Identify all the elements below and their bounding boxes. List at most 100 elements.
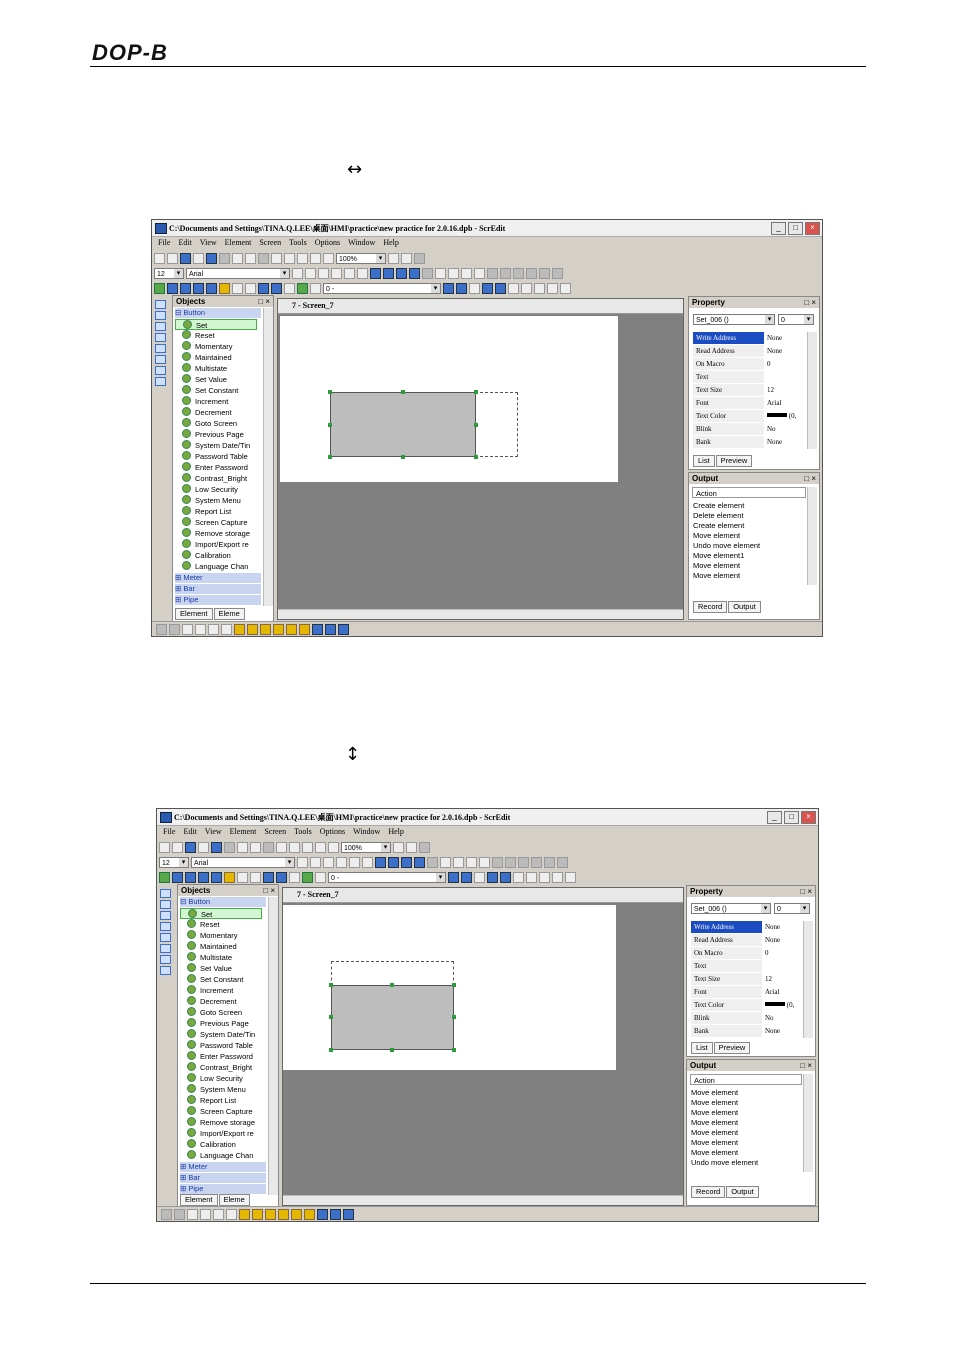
tab-list[interactable]: List <box>693 455 715 467</box>
arrange-icon[interactable] <box>526 267 537 279</box>
object-item[interactable]: Increment <box>180 985 233 996</box>
arrange-icon[interactable] <box>518 856 529 868</box>
keypad-element-icon[interactable] <box>310 282 321 294</box>
font-size-select[interactable]: 12 <box>154 267 184 279</box>
curve-element-icon[interactable] <box>271 282 282 294</box>
menu-help[interactable]: Help <box>383 237 399 249</box>
print-icon[interactable] <box>310 252 321 264</box>
image-element-icon[interactable] <box>232 282 243 294</box>
text-tool-icon[interactable] <box>155 355 166 364</box>
object-item[interactable]: Reset <box>180 919 220 930</box>
text-color-icon[interactable] <box>370 267 381 279</box>
button-element-icon[interactable] <box>154 282 165 294</box>
object-item[interactable]: Decrement <box>180 996 237 1007</box>
property-index-spinner[interactable]: 0 <box>778 314 814 325</box>
menu-element[interactable]: Element <box>230 826 257 838</box>
curve-element-icon[interactable] <box>276 871 287 883</box>
align-right-icon[interactable] <box>318 267 329 279</box>
status-icon[interactable] <box>343 1208 354 1220</box>
category-bar[interactable]: ⊞ Bar <box>175 584 261 594</box>
status-icon[interactable] <box>247 623 258 635</box>
tab-element-2[interactable]: Eleme <box>218 1194 250 1206</box>
object-item[interactable]: Set <box>175 319 257 330</box>
back-icon[interactable] <box>479 856 490 868</box>
arrange-icon[interactable] <box>500 267 511 279</box>
upload-icon[interactable] <box>289 841 300 853</box>
status-icon[interactable] <box>299 623 310 635</box>
property-index-spinner[interactable]: 0 <box>774 903 810 914</box>
objects-scrollbar[interactable] <box>263 308 273 606</box>
align-top-icon[interactable] <box>336 856 347 868</box>
status-icon[interactable] <box>195 623 206 635</box>
menu-element[interactable]: Element <box>225 237 252 249</box>
resize-handle[interactable] <box>328 390 332 394</box>
screen-icon[interactable] <box>513 871 524 883</box>
input-element-icon[interactable] <box>263 871 274 883</box>
property-row[interactable]: Write Address None <box>693 332 807 344</box>
object-item[interactable]: Previous Page <box>180 1018 249 1029</box>
pen-icon[interactable] <box>427 856 438 868</box>
font-name-select[interactable]: Arial <box>191 856 295 868</box>
lamp-element-icon[interactable] <box>219 282 230 294</box>
menu-options[interactable]: Options <box>315 237 340 249</box>
download-icon[interactable] <box>297 252 308 264</box>
lamp-element-icon[interactable] <box>224 871 235 883</box>
zoom-out-icon[interactable] <box>401 252 412 264</box>
tab-record[interactable]: Record <box>693 601 728 613</box>
group-icon[interactable] <box>440 856 451 868</box>
status-icon[interactable] <box>169 623 180 635</box>
align-center-icon[interactable] <box>305 267 316 279</box>
copy-icon[interactable] <box>245 252 256 264</box>
align-left-icon[interactable] <box>292 267 303 279</box>
align-right-icon[interactable] <box>323 856 334 868</box>
output-scrollbar[interactable] <box>803 1074 813 1172</box>
menu-file[interactable]: File <box>158 237 170 249</box>
cut-icon[interactable] <box>232 252 243 264</box>
object-item[interactable]: Set Value <box>180 963 232 974</box>
resize-handle[interactable] <box>328 423 332 427</box>
text-element-icon[interactable] <box>250 871 261 883</box>
object-item[interactable]: Report List <box>175 506 231 517</box>
object-item[interactable]: System Date/Tin <box>175 440 250 451</box>
arrange-icon[interactable] <box>505 856 516 868</box>
resize-handle[interactable] <box>452 1048 456 1052</box>
object-item[interactable]: Momentary <box>180 930 238 941</box>
underline-icon[interactable] <box>414 856 425 868</box>
font-name-select[interactable]: Arial <box>186 267 290 279</box>
next-screen-icon[interactable] <box>500 871 511 883</box>
chart-element-icon[interactable] <box>284 282 295 294</box>
object-item[interactable]: Import/Export re <box>175 539 249 550</box>
status-icon[interactable] <box>260 623 271 635</box>
screen-icon[interactable] <box>456 282 467 294</box>
alarm-element-icon[interactable] <box>297 282 308 294</box>
pen-icon[interactable] <box>422 267 433 279</box>
menu-screen[interactable]: Screen <box>259 237 281 249</box>
category-pipe[interactable]: ⊞ Pipe <box>175 595 261 605</box>
menu-tools[interactable]: Tools <box>289 237 307 249</box>
tab-element[interactable]: Element <box>180 1194 218 1206</box>
front-icon[interactable] <box>466 856 477 868</box>
property-element-select[interactable]: Set_006 () <box>693 314 775 325</box>
button-element-icon[interactable] <box>159 871 170 883</box>
resize-handle[interactable] <box>390 983 394 987</box>
scale-icon[interactable] <box>155 366 166 375</box>
rectangle-icon[interactable] <box>160 900 171 909</box>
stop-icon[interactable] <box>219 252 230 264</box>
object-item[interactable]: Screen Capture <box>175 517 248 528</box>
text-element-icon[interactable] <box>245 282 256 294</box>
menu-view[interactable]: View <box>205 826 222 838</box>
status-icon[interactable] <box>273 623 284 635</box>
object-item[interactable]: Enter Password <box>175 462 248 473</box>
align-middle-icon[interactable] <box>344 267 355 279</box>
object-item[interactable]: Set Value <box>175 374 227 385</box>
bold-icon[interactable] <box>388 856 399 868</box>
arc-icon[interactable] <box>160 933 171 942</box>
property-row[interactable]: Bank None <box>691 1025 803 1037</box>
status-icon[interactable] <box>239 1208 250 1220</box>
screen-icon[interactable] <box>534 282 545 294</box>
resize-handle[interactable] <box>329 983 333 987</box>
keypad-element-icon[interactable] <box>315 871 326 883</box>
text-color-icon[interactable] <box>375 856 386 868</box>
layer-select[interactable]: 0 - <box>323 282 441 294</box>
object-item[interactable]: Momentary <box>175 341 233 352</box>
